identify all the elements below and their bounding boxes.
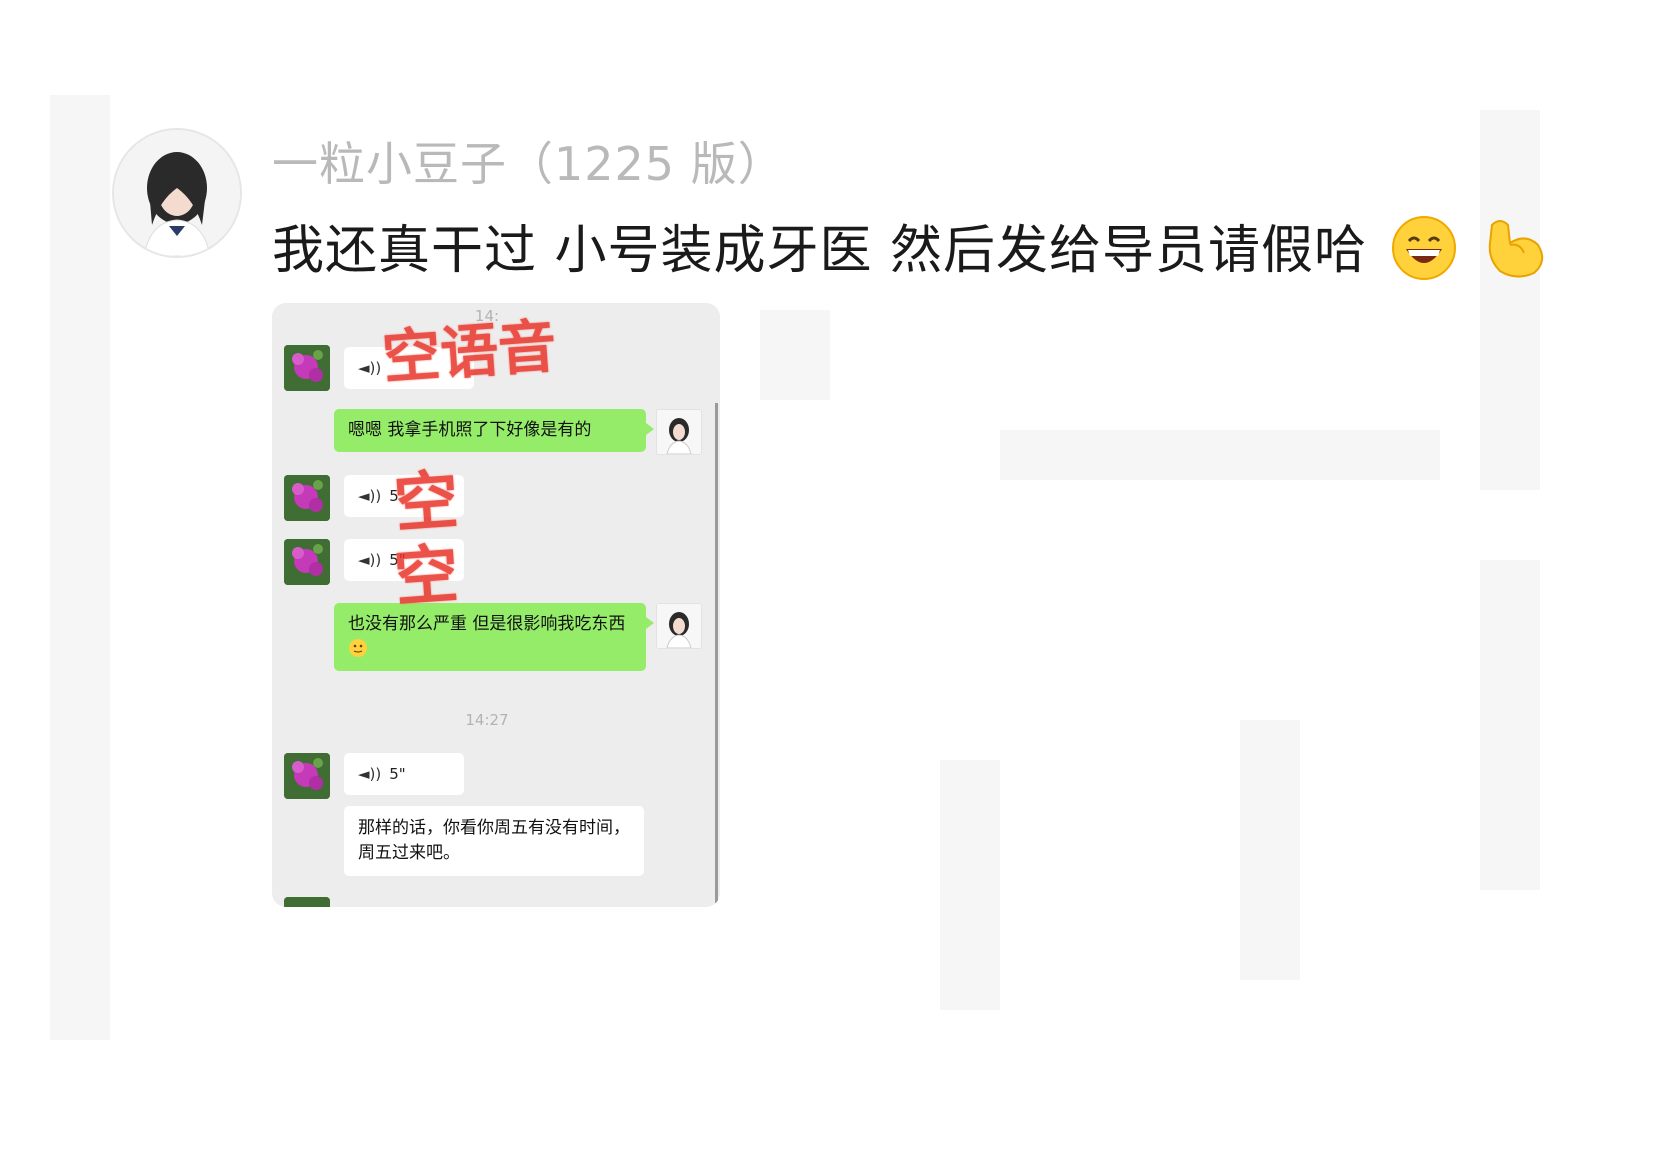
message-text: 也没有那么严重 但是很影响我吃东西: [348, 614, 626, 634]
author-name[interactable]: 一粒小豆子（1225 版）: [272, 128, 785, 194]
contact-avatar[interactable]: [284, 753, 330, 799]
my-message-bubble[interactable]: 嗯嗯 我拿手机照了下好像是有的: [334, 409, 654, 452]
my-message-bubble[interactable]: 也没有那么严重 但是很影响我吃东西: [334, 603, 654, 671]
flexed-biceps-emoji-icon: [1480, 215, 1550, 294]
contact-avatar[interactable]: [284, 345, 330, 391]
contact-avatar[interactable]: [284, 897, 330, 907]
voice-duration: 5": [389, 765, 406, 783]
red-annotation: 空: [391, 536, 461, 617]
contact-avatar[interactable]: [284, 539, 330, 585]
scrollbar: [715, 403, 718, 903]
contact-message-bubble[interactable]: 那样的话，你看你周五有没有时间，周五过来吧。: [344, 806, 644, 876]
watermark-block: [1480, 560, 1540, 890]
voice-message[interactable]: ◄)) 5": [344, 753, 464, 795]
post-content: 我还真干过 小号装成牙医 然后发给导员请假哈: [272, 208, 1550, 294]
voice-wave-icon: ◄)): [358, 487, 382, 505]
watermark-block: [1480, 110, 1540, 490]
voice-wave-icon: ◄)): [358, 551, 382, 569]
emoji-icon: [348, 639, 368, 659]
watermark-block: [50, 420, 110, 750]
chat-screenshot[interactable]: 14: ◄)) 嗯嗯 我拿手机照了下好像是有的 ◄)) 5 ◄)) 5" 也没有…: [272, 303, 720, 907]
author-avatar[interactable]: [112, 128, 242, 258]
watermark-block: [1000, 430, 1440, 480]
watermark-block: [940, 760, 1000, 1010]
my-avatar[interactable]: [656, 409, 702, 455]
contact-avatar[interactable]: [284, 475, 330, 521]
voice-wave-icon: ◄)): [358, 359, 382, 377]
watermark-block: [50, 740, 110, 1040]
timestamp: 14:27: [465, 711, 509, 729]
red-annotation: 空语音: [380, 312, 559, 392]
grinning-face-emoji-icon: [1391, 215, 1457, 294]
watermark-block: [1240, 720, 1300, 980]
post-text: 我还真干过 小号装成牙医 然后发给导员请假哈: [272, 221, 1368, 281]
voice-wave-icon: ◄)): [358, 765, 382, 783]
watermark-block: [760, 310, 830, 400]
watermark-block: [50, 95, 110, 425]
my-avatar[interactable]: [656, 603, 702, 649]
